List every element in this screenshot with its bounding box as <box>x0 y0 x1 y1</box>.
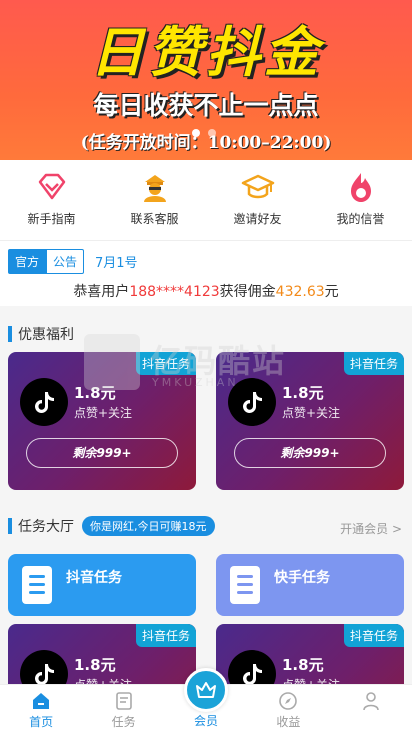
tiktok-logo-icon <box>228 378 276 426</box>
official-tag: 官方 <box>8 249 47 274</box>
nav-vip-button[interactable] <box>184 668 228 712</box>
quick-item-invite[interactable]: 邀请好友 <box>213 170 303 227</box>
notice-date: 7月1号 <box>95 256 138 271</box>
quick-item-support[interactable]: 联系客服 <box>110 170 200 227</box>
task-desc: 点赞+关注 <box>282 406 341 420</box>
promo-banner[interactable]: 日赞抖金 每日收获不止一点点 (任务开放时间：10:00–22:00) <box>0 0 412 160</box>
banner-title: 日赞抖金 <box>90 21 322 84</box>
open-vip-link[interactable]: 开通会员 > <box>340 520 402 537</box>
quick-item-label: 我的信誉 <box>336 212 385 226</box>
task-price: 1.8元 <box>282 656 324 674</box>
banner-dot[interactable] <box>208 129 216 137</box>
notice-tags: 官方 公告 <box>8 249 85 274</box>
hall-header: 任务大厅 你是网红,今日可赚18元 <box>8 516 215 536</box>
nav-vip-label[interactable]: 会员 <box>184 712 228 729</box>
task-list-icon <box>115 692 132 710</box>
quick-item-label: 邀请好友 <box>233 212 282 226</box>
task-price: 1.8元 <box>282 384 324 402</box>
nav-tasks[interactable]: 任务 <box>94 685 154 734</box>
category-douyin[interactable]: 抖音任务 <box>8 554 196 616</box>
nav-label: 首页 <box>29 715 54 729</box>
task-price: 1.8元 <box>74 384 116 402</box>
remaining-button[interactable]: 剩余999+ <box>234 438 386 468</box>
nav-profile[interactable] <box>341 685 401 734</box>
crown-icon <box>196 682 216 698</box>
section-title: 优惠福利 <box>18 327 74 343</box>
banner-subtitle: 每日收获不止一点点 <box>93 91 319 120</box>
category-kuaishou[interactable]: 快手任务 <box>216 554 404 616</box>
section-title: 任务大厅 <box>18 519 74 535</box>
benefit-task-card[interactable]: 抖音任务 1.8元 点赞+关注 剩余999+ <box>8 352 196 490</box>
task-ribbon: 抖音任务 <box>135 624 196 647</box>
benefit-task-card[interactable]: 抖音任务 1.8元 点赞+关注 剩余999+ <box>216 352 404 490</box>
flame-icon <box>350 173 371 202</box>
announce-tag[interactable]: 公告 <box>46 249 85 274</box>
category-label: 快手任务 <box>274 570 330 586</box>
announcement: 官方 公告 7月1号 恭喜用户188****4123获得佣金432.63元 <box>0 240 412 306</box>
task-ribbon: 抖音任务 <box>135 352 196 375</box>
quick-item-guide[interactable]: 新手指南 <box>7 170 97 227</box>
earnings-badge: 你是网红,今日可赚18元 <box>82 516 215 536</box>
quick-item-credit[interactable]: 我的信誉 <box>316 170 406 227</box>
category-label: 抖音任务 <box>66 570 122 586</box>
home-icon <box>33 693 50 709</box>
notice-message: 恭喜用户188****4123获得佣金432.63元 <box>0 281 412 301</box>
msg-amount: 432.63 <box>275 284 325 300</box>
section-marker <box>8 326 12 342</box>
nav-label: 任务 <box>111 715 136 729</box>
msg-prefix: 恭喜用户 <box>73 284 130 300</box>
compass-icon <box>279 692 298 710</box>
document-icon <box>22 566 52 604</box>
diamond-icon <box>38 173 65 200</box>
section-marker <box>8 518 12 534</box>
tiktok-logo-icon <box>20 378 68 426</box>
nav-label: 收益 <box>276 715 301 729</box>
banner-dot[interactable] <box>192 129 200 137</box>
benefits-header: 优惠福利 <box>8 324 74 344</box>
msg-mid: 获得佣金 <box>219 284 276 300</box>
task-desc: 点赞+关注 <box>74 406 133 420</box>
nav-home[interactable]: 首页 <box>11 685 71 734</box>
task-price: 1.8元 <box>74 656 116 674</box>
task-ribbon: 抖音任务 <box>343 352 404 375</box>
document-icon <box>230 566 260 604</box>
quick-item-label: 新手指南 <box>27 212 76 226</box>
graduation-cap-icon <box>241 174 274 199</box>
user-icon <box>362 692 379 711</box>
msg-user: 188****4123 <box>129 284 220 300</box>
task-ribbon: 抖音任务 <box>343 624 404 647</box>
msg-suffix: 元 <box>324 284 339 300</box>
agent-icon <box>143 175 166 202</box>
banner-pagination[interactable] <box>192 129 216 137</box>
remaining-button[interactable]: 剩余999+ <box>26 438 178 468</box>
quick-menu: 新手指南 联系客服 邀请好友 我的信誉 <box>0 160 412 240</box>
quick-item-label: 联系客服 <box>130 212 179 226</box>
nav-earnings[interactable]: 收益 <box>258 685 318 734</box>
